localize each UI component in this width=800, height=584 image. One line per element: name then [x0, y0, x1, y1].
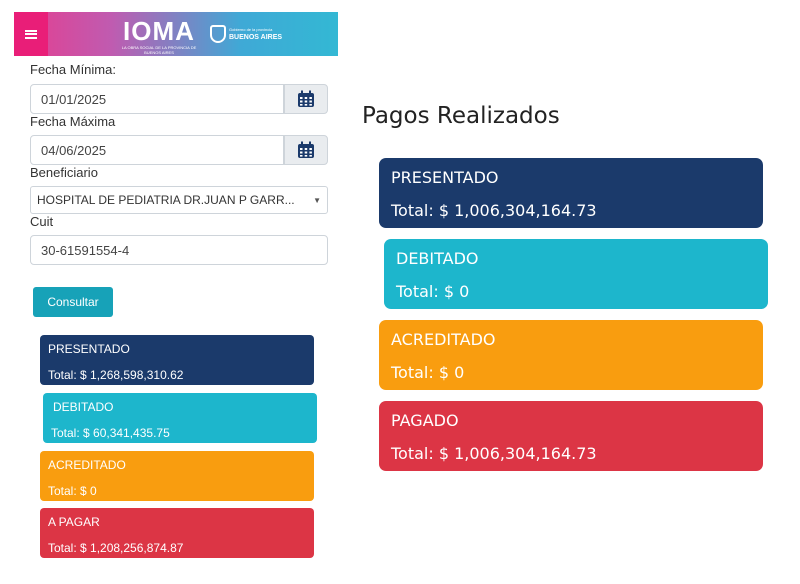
fecha-maxima-label: Fecha Máxima — [30, 114, 116, 129]
card-title: DEBITADO — [396, 249, 479, 268]
left-card-presentado: PRESENTADO Total: $ 1,268,598,310.62 — [40, 335, 314, 385]
card-title: PAGADO — [391, 411, 459, 430]
page-title: Pagos Realizados — [362, 103, 560, 129]
card-title: ACREDITADO — [48, 458, 126, 472]
brand-name: IOMA — [123, 16, 195, 46]
left-card-debitado: DEBITADO Total: $ 60,341,435.75 — [43, 393, 317, 443]
beneficiario-value: HOSPITAL DE PEDIATRIA DR.JUAN P GARR... — [37, 193, 295, 207]
fecha-minima-label: Fecha Mínima: — [30, 62, 116, 77]
beneficiario-select[interactable]: HOSPITAL DE PEDIATRIA DR.JUAN P GARR... … — [30, 186, 328, 214]
card-total: Total: $ 0 — [391, 363, 465, 382]
left-card-a-pagar: A PAGAR Total: $ 1,208,256,874.87 — [40, 508, 314, 558]
card-total: Total: $ 1,208,256,874.87 — [48, 541, 184, 555]
right-card-debitado: DEBITADO Total: $ 0 — [384, 239, 768, 309]
fecha-minima-calendar-button[interactable] — [284, 84, 328, 114]
card-total: Total: $ 60,341,435.75 — [51, 426, 170, 440]
right-card-pagado: PAGADO Total: $ 1,006,304,164.73 — [379, 401, 763, 471]
fecha-minima-input[interactable]: 01/01/2025 — [30, 84, 284, 114]
card-title: PRESENTADO — [48, 342, 130, 356]
chevron-down-icon: ▼ — [313, 195, 321, 205]
fecha-maxima-calendar-button[interactable] — [284, 135, 328, 165]
cuit-label: Cuit — [30, 214, 54, 229]
card-total: Total: $ 0 — [396, 282, 470, 301]
card-total: Total: $ 1,268,598,310.62 — [48, 368, 184, 382]
right-card-presentado: PRESENTADO Total: $ 1,006,304,164.73 — [379, 158, 763, 228]
right-card-acreditado: ACREDITADO Total: $ 0 — [379, 320, 763, 390]
card-title: ACREDITADO — [391, 330, 496, 349]
card-title: A PAGAR — [48, 515, 100, 529]
card-total: Total: $ 1,006,304,164.73 — [391, 201, 597, 220]
left-card-acreditado: ACREDITADO Total: $ 0 — [40, 451, 314, 501]
gov-small-text: Gobierno de la provincia — [229, 27, 273, 32]
card-total: Total: $ 0 — [48, 484, 97, 498]
hamburger-menu-button[interactable] — [14, 12, 48, 56]
beneficiario-label: Beneficiario — [30, 165, 98, 180]
gov-name: BUENOS AIRES — [229, 34, 283, 41]
seal-icon — [210, 25, 226, 43]
app-header: IOMA La obra social de la provincia de B… — [14, 12, 338, 56]
menu-icon — [25, 29, 37, 39]
cuit-input[interactable]: 30-61591554-4 — [30, 235, 328, 265]
brand-tagline: La obra social de la provincia de Buenos… — [121, 45, 197, 55]
card-title: DEBITADO — [53, 400, 114, 414]
card-total: Total: $ 1,006,304,164.73 — [391, 444, 597, 463]
card-title: PRESENTADO — [391, 168, 499, 187]
calendar-icon — [298, 90, 314, 107]
consultar-button[interactable]: Consultar — [33, 287, 113, 317]
fecha-maxima-input[interactable]: 04/06/2025 — [30, 135, 284, 165]
mobile-form-panel: IOMA La obra social de la provincia de B… — [0, 0, 340, 584]
buenos-aires-logo: Gobierno de la provincia BUENOS AIRES — [210, 22, 282, 46]
ioma-logo: IOMA La obra social de la provincia de B… — [114, 17, 204, 55]
calendar-icon — [298, 141, 314, 158]
